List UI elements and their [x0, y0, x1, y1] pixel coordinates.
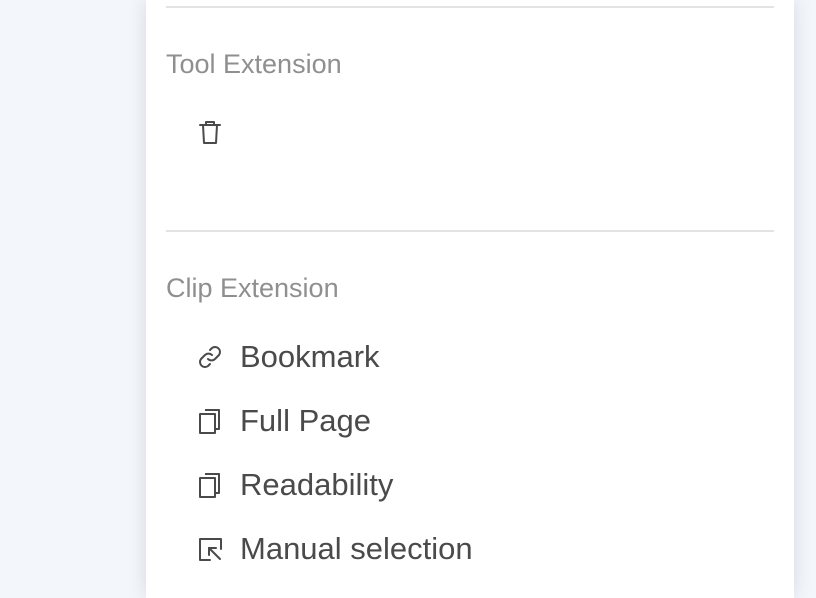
- clip-extension-list: Bookmark Full Page Readability Manual se…: [194, 325, 473, 581]
- link-icon: [196, 342, 226, 372]
- copy-icon: [196, 406, 226, 436]
- tool-delete-button[interactable]: [194, 116, 226, 148]
- section-divider: [166, 230, 774, 232]
- clip-item-label: Full Page: [240, 403, 371, 438]
- clip-extension-title: Clip Extension: [166, 273, 339, 303]
- select-icon: [196, 534, 226, 564]
- clip-item-readability[interactable]: Readability: [194, 453, 473, 517]
- top-divider: [166, 6, 774, 8]
- clip-item-full-page[interactable]: Full Page: [194, 389, 473, 453]
- clip-item-label: Manual selection: [240, 531, 473, 566]
- clip-item-label: Readability: [240, 467, 394, 502]
- trash-icon: [197, 118, 223, 146]
- copy-icon: [196, 470, 226, 500]
- clip-item-bookmark[interactable]: Bookmark: [194, 325, 473, 389]
- extension-panel: Tool Extension Clip Extension Bookmark F…: [146, 0, 794, 598]
- clip-item-label: Bookmark: [240, 339, 380, 374]
- tool-extension-title: Tool Extension: [166, 49, 342, 79]
- clip-item-manual-selection[interactable]: Manual selection: [194, 517, 473, 581]
